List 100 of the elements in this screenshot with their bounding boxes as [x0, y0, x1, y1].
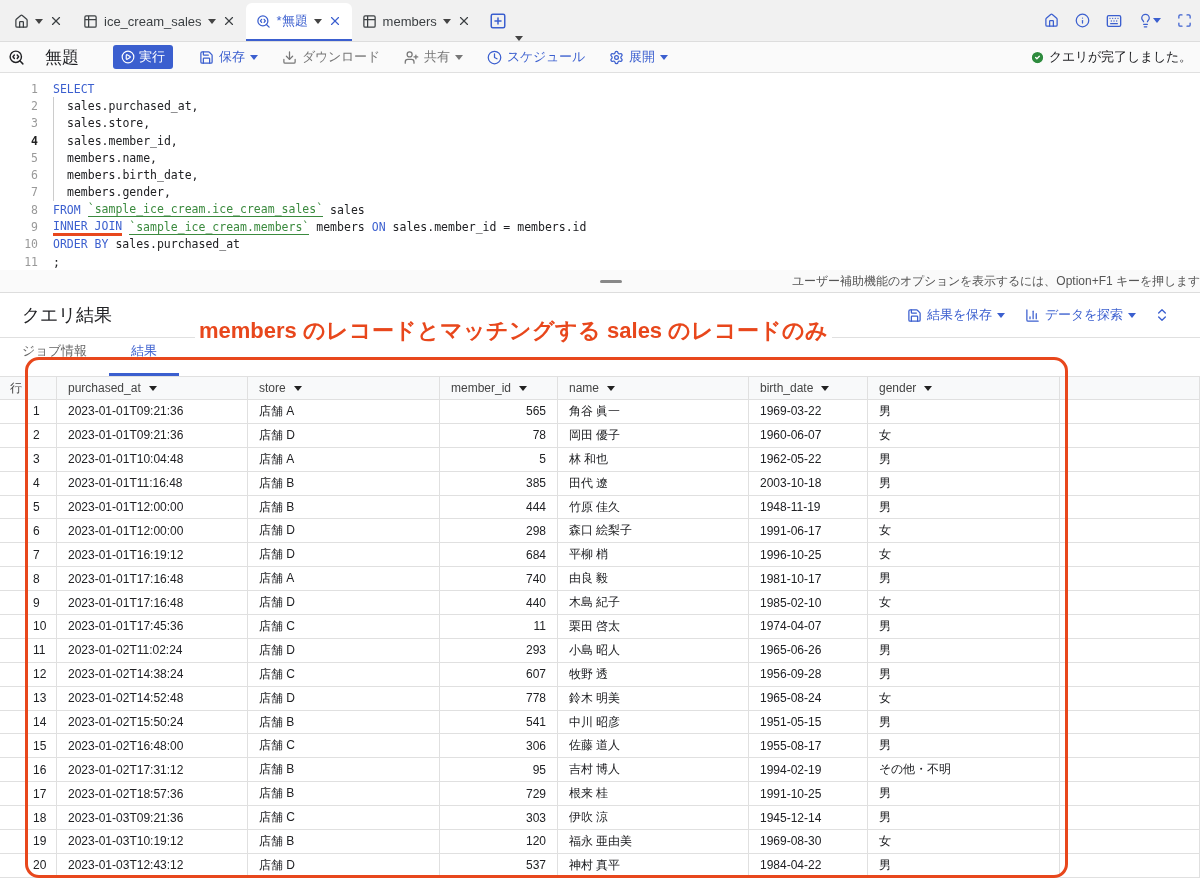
column-header[interactable]: gender: [868, 377, 1060, 400]
table-cell: 11: [440, 615, 558, 639]
table-cell: 店舗 D: [248, 638, 440, 663]
table-cell: 293: [440, 638, 558, 663]
toolbar-button[interactable]: 展開: [599, 48, 678, 66]
column-header[interactable]: member_id: [440, 377, 558, 400]
tab[interactable]: *無題: [245, 3, 352, 41]
row-number: 16: [0, 758, 57, 783]
table-cell: 伊吹 涼: [558, 806, 749, 831]
resize-handle[interactable]: [600, 280, 622, 283]
code-token: FROM: [53, 202, 81, 217]
code-token: INNER JOIN: [53, 218, 123, 236]
line-number: 7: [30, 185, 39, 200]
info-icon[interactable]: [1075, 13, 1090, 28]
table-cell: 1991-06-17: [749, 519, 868, 544]
table-cell: 店舗 C: [248, 806, 440, 831]
table-cell: 森口 絵梨子: [558, 519, 749, 544]
line-number: 4: [30, 133, 39, 148]
code-token: sales.purchased_at,: [67, 98, 199, 113]
tab-label: ice_cream_sales: [104, 13, 202, 29]
status-text: クエリが完了しました。: [1049, 48, 1192, 66]
table-cell: 女: [868, 519, 1060, 544]
table-cell: 女: [868, 591, 1060, 615]
table-cell: 607: [440, 662, 558, 687]
tab-label: *無題: [276, 12, 308, 30]
home-icon[interactable]: [1044, 13, 1059, 28]
table-cell: 由良 毅: [558, 567, 749, 592]
play-icon: [121, 50, 135, 64]
table-cell: 2023-01-02T15:50:24: [57, 710, 248, 735]
download-icon: [282, 49, 297, 65]
caret-icon: [1128, 312, 1136, 318]
lightbulb-icon[interactable]: [1138, 13, 1153, 28]
table-cell: 店舗 D: [248, 591, 440, 615]
table-cell: 1974-04-07: [749, 615, 868, 639]
table-cell: 店舗 C: [248, 615, 440, 639]
table-cell: 木島 紀子: [558, 591, 749, 615]
code-token: `sample_ice_cream.ice_cream_sales`: [87, 202, 324, 218]
table-cell: 2023-01-03T09:21:36: [57, 806, 248, 831]
results-action[interactable]: 結果を保存: [897, 306, 1015, 324]
table-cell: 2023-01-01T09:21:36: [57, 400, 248, 424]
table-cell: 1945-12-14: [749, 806, 868, 831]
table-cell: 店舗 C: [248, 734, 440, 759]
table-cell: 2023-01-01T12:00:00: [57, 519, 248, 544]
code-token: sales.store,: [67, 116, 151, 131]
table-cell: 729: [440, 782, 558, 807]
code-token: ORDER BY: [53, 237, 109, 252]
table-cell: 牧野 透: [558, 662, 749, 687]
column-header[interactable]: name: [558, 377, 749, 400]
results-action[interactable]: データを探索: [1015, 306, 1146, 324]
tab[interactable]: ice_cream_sales: [73, 3, 246, 41]
table-cell: 男: [868, 471, 1060, 496]
tab[interactable]: members: [351, 3, 481, 41]
table-icon: [83, 13, 98, 29]
run-button[interactable]: 実行: [113, 45, 173, 69]
toolbar-button[interactable]: スケジュール: [477, 48, 595, 66]
fullscreen-icon[interactable]: [1177, 13, 1192, 28]
table-cell: 佐藤 道人: [558, 734, 749, 759]
home-icon: [14, 13, 29, 29]
keyboard-icon[interactable]: [1106, 12, 1122, 29]
table-cell: 1985-02-10: [749, 591, 868, 615]
table-cell: 778: [440, 686, 558, 711]
results-tab[interactable]: ジョブ情報: [22, 342, 109, 376]
toolbar-button[interactable]: 保存: [189, 48, 268, 66]
table-cell: 栗田 啓太: [558, 615, 749, 639]
table-cell: 男: [868, 782, 1060, 807]
table-cell: 1969-03-22: [749, 400, 868, 424]
line-number: 1: [30, 81, 39, 96]
table-cell: 1996-10-25: [749, 543, 868, 568]
table-cell: 2023-01-01T10:04:48: [57, 447, 248, 472]
table-cell: 店舗 B: [248, 471, 440, 496]
line-number: 9: [30, 220, 39, 234]
line-number: 2: [30, 98, 39, 113]
table-cell: 2023-01-02T16:48:00: [57, 734, 248, 759]
table-cell: 303: [440, 806, 558, 831]
save-icon: [907, 307, 922, 323]
table-cell: 740: [440, 567, 558, 592]
table-cell: 2023-01-02T14:52:48: [57, 686, 248, 711]
table-cell: 2023-01-02T18:57:36: [57, 782, 248, 807]
code-token: `sample_ice_cream.members`: [129, 219, 310, 235]
table-cell: 1981-10-17: [749, 567, 868, 592]
table-cell: 1969-08-30: [749, 830, 868, 854]
caret-icon: [607, 385, 616, 391]
code-token: SELECT: [53, 81, 95, 96]
caret-icon: [519, 385, 528, 391]
caret-icon: [313, 18, 322, 24]
add-tab-icon[interactable]: [488, 11, 507, 30]
code-token: ;: [53, 254, 60, 269]
save-icon: [199, 49, 214, 65]
add-person-icon: [404, 49, 419, 65]
column-header[interactable]: store: [248, 377, 440, 400]
table-cell: 店舗 D: [248, 423, 440, 448]
table-cell: 男: [868, 495, 1060, 520]
table-cell: 女: [868, 830, 1060, 854]
close-icon[interactable]: [49, 14, 63, 28]
table-cell: 竹原 佳久: [558, 495, 749, 520]
column-header[interactable]: purchased_at: [57, 377, 248, 400]
table-cell: 1965-08-24: [749, 686, 868, 711]
row-number: 15: [0, 734, 57, 759]
table-cell: 2023-01-03T10:19:12: [57, 830, 248, 854]
column-header[interactable]: birth_date: [749, 377, 868, 400]
